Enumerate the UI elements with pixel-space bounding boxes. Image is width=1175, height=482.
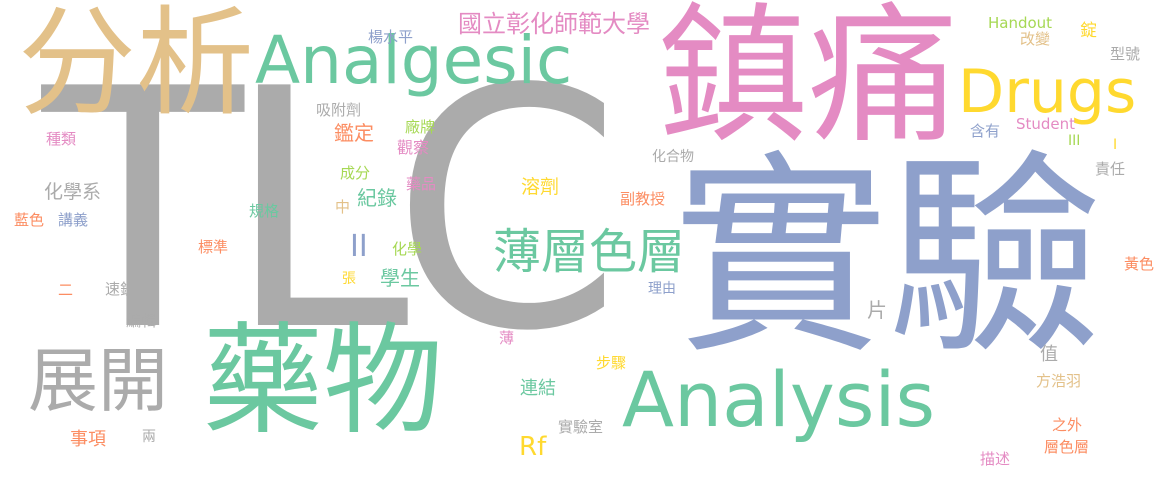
- word: 責任: [1095, 160, 1126, 178]
- word: 藥物: [203, 312, 443, 451]
- word: 錠: [1080, 21, 1097, 41]
- word: 片: [867, 298, 887, 322]
- word: 展開: [28, 340, 168, 422]
- word: 型號: [1110, 45, 1141, 63]
- word: 層色層: [1044, 438, 1090, 456]
- word: 值: [1040, 344, 1058, 365]
- word: Analysis: [622, 355, 936, 444]
- word: 吸附劑: [316, 101, 362, 119]
- word: 副教授: [620, 190, 666, 208]
- word: 種類: [46, 130, 77, 148]
- word: 步驟: [596, 354, 627, 372]
- word: 溶劑: [521, 176, 560, 198]
- word: 標準: [198, 238, 229, 256]
- word: 黃色: [1124, 255, 1155, 273]
- word: 鑑定: [334, 121, 374, 145]
- word: 薄層色層: [493, 224, 686, 280]
- word: 藥品: [406, 175, 437, 193]
- word: 化學: [392, 240, 423, 258]
- word: 講義: [58, 211, 89, 229]
- word: 分析: [18, 0, 255, 132]
- word: 成分: [340, 164, 371, 182]
- word: 鎮痛: [658, 0, 959, 164]
- word: Handout: [988, 14, 1053, 32]
- word: 描述: [980, 450, 1011, 468]
- word: 規格: [249, 202, 280, 220]
- word: 二: [58, 281, 74, 299]
- word: 改變: [1020, 30, 1051, 48]
- word: 國立彰化師範大學: [458, 10, 650, 38]
- word: 楊水平: [368, 28, 414, 46]
- word: 之外: [1052, 416, 1083, 434]
- word: 理由: [648, 281, 676, 297]
- word: 事項: [70, 429, 106, 450]
- word: 張: [342, 271, 356, 287]
- word: 中: [335, 198, 351, 216]
- word-cloud: TLC 實驗 鎮痛 分析 藥物 Analysis Analgesic 展開 Dr…: [0, 0, 1175, 482]
- word: 廠牌: [405, 118, 436, 136]
- word: III: [1068, 133, 1081, 149]
- word: 化學系: [44, 181, 102, 203]
- word: Drugs: [958, 57, 1137, 127]
- word: 藍色: [14, 211, 45, 229]
- word: 觀察: [397, 138, 430, 157]
- word: 方浩羽: [1036, 372, 1082, 390]
- word: 實驗室: [558, 418, 604, 436]
- word: 紀錄: [357, 186, 397, 210]
- word: 化合物: [652, 149, 694, 165]
- word: 連結: [520, 378, 556, 399]
- word: 兩: [142, 429, 156, 445]
- word: 學生: [380, 266, 420, 290]
- word: Student: [1016, 115, 1076, 133]
- word: 薄: [497, 330, 515, 345]
- word: II: [350, 229, 368, 264]
- word: Rf: [519, 432, 547, 462]
- word: 速錠: [105, 280, 136, 298]
- word: I: [1113, 137, 1118, 153]
- word: 含有: [970, 122, 1001, 140]
- word: 實驗: [673, 132, 1103, 383]
- word: 編輯: [126, 312, 157, 330]
